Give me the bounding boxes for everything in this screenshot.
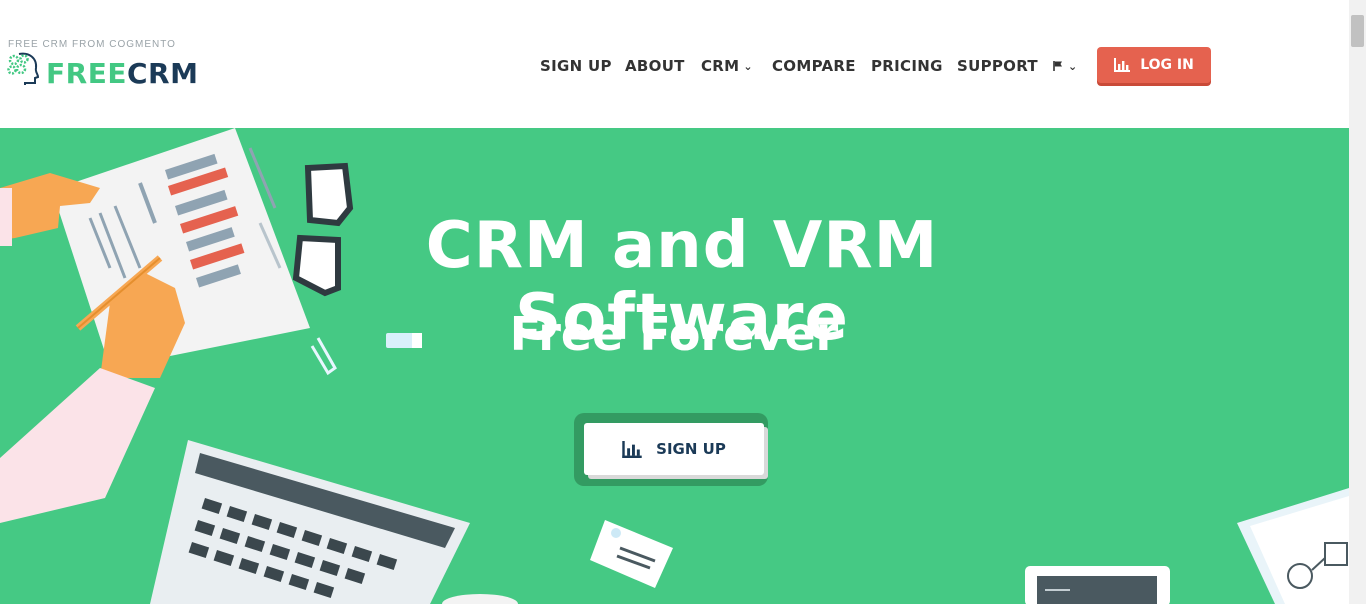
hero-subline: Free Forever [509,307,839,361]
nav-crm[interactable]: CRM ⌄ [701,57,753,75]
nav-crm-label: CRM [701,57,740,75]
nav-signup[interactable]: SIGN UP [540,57,612,75]
hero-signup-label: SIGN UP [656,440,726,458]
page-scrollbar[interactable] [1349,0,1366,604]
nav-about[interactable]: ABOUT [625,57,685,75]
bar-chart-icon [1114,58,1131,72]
hero-signup-button[interactable]: SIGN UP [584,423,764,475]
nav-pricing[interactable]: PRICING [871,57,943,75]
head-gears-icon[interactable] [5,50,41,86]
logo-crm-text: CRM [126,57,199,90]
chevron-down-icon: ⌄ [1068,60,1078,73]
scrollbar-thumb[interactable] [1351,15,1364,47]
nav-compare[interactable]: COMPARE [772,57,856,75]
report-paper-illustration [52,128,310,368]
logo-free-text: FREE [46,57,127,90]
hero-section: CRM and VRM Software Free Forever SIGN U… [0,128,1349,604]
nav-support[interactable]: SUPPORT [957,57,1038,75]
chevron-down-icon: ⌄ [743,60,753,73]
logo-tagline: FREE CRM FROM COGMENTO [8,39,176,50]
login-label: LOG IN [1140,57,1194,73]
laptop-illustration [150,440,470,604]
hero-illustration [0,128,1349,604]
language-selector[interactable]: ⌄ [1052,57,1078,75]
login-button[interactable]: LOG IN [1097,47,1211,83]
bar-chart-icon [622,440,642,458]
site-header: FREE CRM FROM COGMENTO FREECRM SIGN UP A… [0,0,1349,128]
logo-wordmark[interactable]: FREECRM [46,57,198,91]
flag-icon [1053,61,1062,71]
